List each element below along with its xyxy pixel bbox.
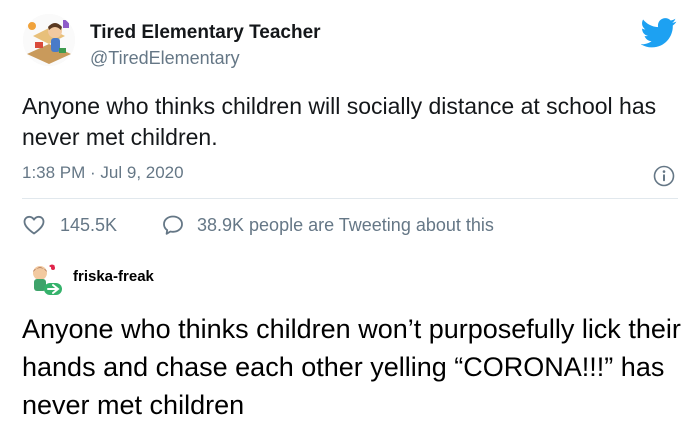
tweet-text: Anyone who thinks children will socially… — [22, 93, 657, 150]
display-name[interactable]: Tired Elementary Teacher — [90, 22, 321, 44]
tweet-card: Tired Elementary Teacher @TiredElementar… — [0, 0, 700, 258]
heart-icon — [23, 215, 45, 235]
twitter-bird-icon[interactable] — [640, 18, 677, 48]
tumblr-username[interactable]: friska-freak — [73, 268, 154, 285]
cartoon-avatar-image — [33, 264, 62, 295]
tweet-timestamp[interactable]: 1:38 PM · Jul 9, 2020 — [22, 163, 184, 183]
tumblr-post: friska-freak Anyone who thinks children … — [0, 258, 700, 443]
user-handle[interactable]: @TiredElementary — [90, 48, 240, 69]
profile-avatar[interactable] — [23, 14, 75, 66]
like-count: 145.5K — [60, 214, 118, 235]
tweeting-about-text: 38.9K people are Tweeting about this — [197, 214, 494, 235]
tumblr-post-text: Anyone who thinks children won’t purpose… — [22, 314, 681, 420]
tweeting-about-link[interactable]: 38.9K people are Tweeting about this — [161, 212, 494, 238]
like-button[interactable]: 145.5K — [22, 212, 117, 238]
tweet-divider — [22, 198, 678, 199]
tumblr-avatar[interactable] — [28, 263, 64, 299]
info-icon[interactable] — [653, 165, 675, 187]
speech-bubble-icon — [163, 215, 183, 235]
teacher-cartoon-image — [23, 14, 75, 66]
